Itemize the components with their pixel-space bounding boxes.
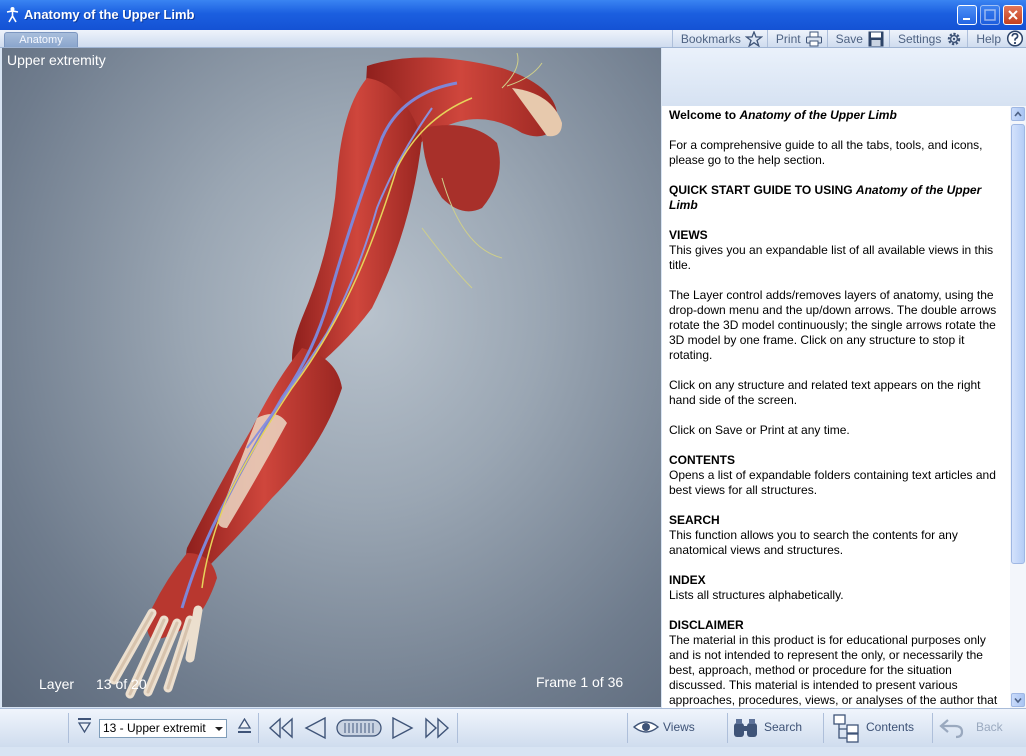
frame-counter: Frame 1 of 36 — [536, 674, 624, 690]
article-text-panel[interactable]: Welcome to Anatomy of the Upper Limb For… — [662, 106, 1010, 708]
rotate-left-frame-button[interactable] — [302, 716, 328, 754]
quickstart-prefix: QUICK START GUIDE TO USING — [669, 183, 856, 197]
click-text: Click on any structure and related text … — [669, 378, 981, 407]
chevron-down-icon — [215, 727, 223, 731]
divider — [258, 713, 259, 743]
double-arrow-left-icon — [268, 717, 293, 739]
bookmarks-label: Bookmarks — [680, 31, 741, 46]
article-scrollbar[interactable] — [1010, 106, 1026, 708]
star-icon — [744, 30, 763, 47]
stop-pill-icon — [336, 719, 382, 737]
bottom-toolbar: 13 - Upper extremit Views Search Content… — [0, 708, 1026, 747]
search-heading: SEARCH — [669, 513, 720, 527]
close-button[interactable] — [1003, 5, 1023, 25]
floppy-disk-icon — [868, 31, 884, 46]
scroll-down-button[interactable] — [1011, 693, 1025, 707]
rotate-left-continuous-button[interactable] — [268, 716, 294, 754]
arrow-left-icon — [304, 716, 326, 740]
help-label: Help — [976, 31, 1001, 46]
disclaimer-heading: DISCLAIMER — [669, 618, 744, 632]
settings-label: Settings — [897, 31, 942, 46]
eye-icon — [632, 721, 660, 733]
title-bar: Anatomy of the Upper Limb — [0, 0, 1026, 30]
binoculars-icon — [734, 719, 757, 737]
triangle-up-icon — [237, 718, 252, 729]
index-heading: INDEX — [669, 573, 706, 587]
welcome-prefix: Welcome to — [669, 108, 740, 122]
views-text: This gives you an expandable list of all… — [669, 243, 994, 272]
stop-rotation-button[interactable] — [336, 718, 382, 756]
views-button[interactable]: Views — [632, 709, 712, 747]
contents-tree-icon — [833, 714, 859, 743]
views-heading: VIEWS — [669, 228, 708, 242]
contents-button[interactable]: Contents — [832, 709, 922, 747]
bar-icon — [238, 731, 251, 733]
help-button[interactable]: Help — [967, 30, 1026, 47]
dropdown-arrow[interactable] — [212, 720, 226, 737]
print-label: Print — [775, 31, 801, 46]
search-button[interactable]: Search — [731, 709, 811, 747]
layer-up-button[interactable] — [237, 718, 253, 756]
divider — [68, 713, 69, 743]
window-title: Anatomy of the Upper Limb — [24, 7, 195, 22]
model-caption: Upper extremity — [7, 52, 106, 68]
settings-button[interactable]: Settings — [888, 30, 967, 47]
save-button[interactable]: Save — [826, 30, 889, 47]
save-label: Save — [835, 31, 863, 46]
back-label: Back — [976, 720, 1003, 734]
disclaimer-text: The material in this product is for educ… — [669, 633, 998, 707]
views-label: Views — [663, 720, 695, 734]
minimize-button[interactable] — [957, 5, 977, 25]
layer-text: The Layer control adds/removes layers of… — [669, 288, 997, 362]
layer-count: 13 of 20 — [96, 676, 147, 692]
bookmarks-button[interactable]: Bookmarks — [671, 30, 767, 47]
side-panel-header — [662, 48, 1026, 107]
chevron-up-icon — [1014, 111, 1022, 117]
search-text: This function allows you to search the c… — [669, 528, 958, 557]
save-text: Click on Save or Print at any time. — [669, 423, 850, 437]
layer-down-button[interactable] — [77, 717, 93, 755]
divider — [457, 713, 458, 743]
triangle-down-icon — [77, 722, 92, 734]
maximize-icon — [984, 9, 996, 21]
minimize-icon — [963, 18, 970, 20]
top-toolbar: Bookmarks Print Save Settings Help — [671, 30, 1026, 47]
contents-label: Contents — [866, 720, 915, 734]
contents-heading: CONTENTS — [669, 453, 735, 467]
divider — [627, 713, 628, 743]
chevron-down-icon — [1014, 697, 1022, 704]
arm-model-illustration[interactable] — [2, 48, 661, 707]
rotate-right-frame-button[interactable] — [390, 716, 416, 754]
help-question-icon — [1006, 30, 1024, 47]
model-viewer[interactable]: Upper extremity Layer 13 of 20 Frame 1 o… — [2, 48, 661, 707]
gear-icon — [948, 32, 961, 45]
intro-text: For a comprehensive guide to all the tab… — [669, 138, 983, 167]
arrow-right-icon — [392, 716, 414, 740]
scroll-up-button[interactable] — [1011, 107, 1025, 121]
stick-figure-icon — [6, 7, 19, 23]
print-button[interactable]: Print — [766, 30, 827, 47]
maximize-button[interactable] — [980, 5, 1000, 25]
printer-icon — [805, 31, 822, 46]
index-text: Lists all structures alphabetically. — [669, 588, 844, 602]
back-button[interactable]: Back — [938, 709, 1018, 747]
search-label: Search — [764, 720, 803, 734]
layer-select[interactable]: 13 - Upper extremit — [99, 719, 227, 738]
layer-label: Layer — [39, 676, 75, 692]
rotate-right-continuous-button[interactable] — [424, 716, 450, 754]
back-arrow-icon — [939, 719, 964, 739]
close-icon — [1008, 10, 1018, 20]
layer-select-value: 13 - Upper extremit — [103, 721, 206, 735]
divider — [932, 713, 933, 743]
tab-anatomy[interactable]: Anatomy — [4, 32, 78, 47]
divider — [727, 713, 728, 743]
divider — [823, 713, 824, 743]
contents-text: Opens a list of expandable folders conta… — [669, 468, 996, 497]
welcome-title: Anatomy of the Upper Limb — [739, 108, 897, 122]
bar-icon — [78, 718, 91, 720]
double-arrow-right-icon — [425, 717, 450, 739]
scroll-thumb[interactable] — [1011, 124, 1025, 564]
